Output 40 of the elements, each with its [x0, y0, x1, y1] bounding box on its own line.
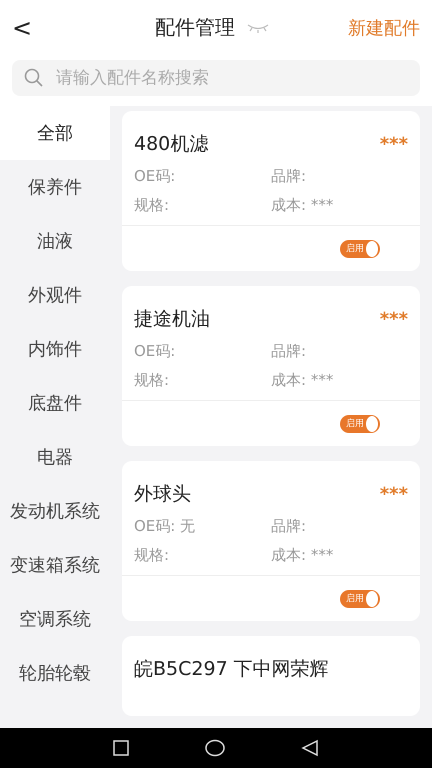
field-text: 成本: ***: [271, 196, 334, 215]
category-tab[interactable]: 内饰件: [0, 322, 110, 376]
category-tab[interactable]: 变速箱系统: [0, 538, 110, 592]
field-text: OE码: 无: [134, 517, 196, 536]
part-price: ***: [380, 484, 408, 504]
field-text: 品牌:: [271, 342, 308, 361]
part-name: 外球头: [134, 482, 191, 507]
category-tab[interactable]: 电器: [0, 430, 110, 484]
part-name: 皖B5C297 下中网荣辉: [134, 657, 329, 682]
field-text: 规格:: [134, 196, 170, 215]
category-tab[interactable]: 全部: [0, 106, 110, 160]
field-text: 规格:: [134, 371, 170, 390]
category-tab[interactable]: 油液: [0, 214, 110, 268]
recent-apps-icon[interactable]: [113, 740, 129, 756]
part-card[interactable]: 皖B5C297 下中网荣辉: [122, 636, 420, 716]
field-text: 品牌:: [271, 167, 308, 186]
home-icon[interactable]: [205, 739, 225, 757]
field-text: 成本: ***: [271, 371, 334, 390]
category-tab[interactable]: 外观件: [0, 268, 110, 322]
field-text: 品牌:: [271, 517, 308, 536]
category-tab[interactable]: 保养件: [0, 160, 110, 214]
field-text: OE码:: [134, 167, 176, 186]
part-card[interactable]: 捷途机油 *** OE码: 品牌: 规格: 成本: *** 启用: [122, 286, 420, 446]
field-text: OE码:: [134, 342, 176, 361]
part-price: ***: [380, 134, 408, 154]
search-field[interactable]: 请输入配件名称搜索: [12, 60, 420, 96]
page-title: 配件管理: [155, 14, 236, 41]
category-tab[interactable]: 底盘件: [0, 376, 110, 430]
field-text: 规格:: [134, 546, 170, 565]
category-tab[interactable]: 发动机系统: [0, 484, 110, 538]
part-card[interactable]: 480机滤 *** OE码: 品牌: 规格: 成本: *** 启用: [122, 111, 420, 271]
category-tab[interactable]: 空调系统: [0, 592, 110, 646]
back-icon[interactable]: [301, 739, 319, 757]
part-card[interactable]: 外球头 *** OE码: 无 品牌: 规格: 成本: *** 启用: [122, 461, 420, 621]
part-name: 捷途机油: [134, 307, 210, 332]
field-text: 成本: ***: [271, 546, 334, 565]
category-tab[interactable]: 轮胎轮毂: [0, 646, 110, 700]
part-price: ***: [380, 308, 408, 330]
back-button[interactable]: <: [8, 14, 36, 42]
part-name: 480机滤: [134, 132, 208, 157]
